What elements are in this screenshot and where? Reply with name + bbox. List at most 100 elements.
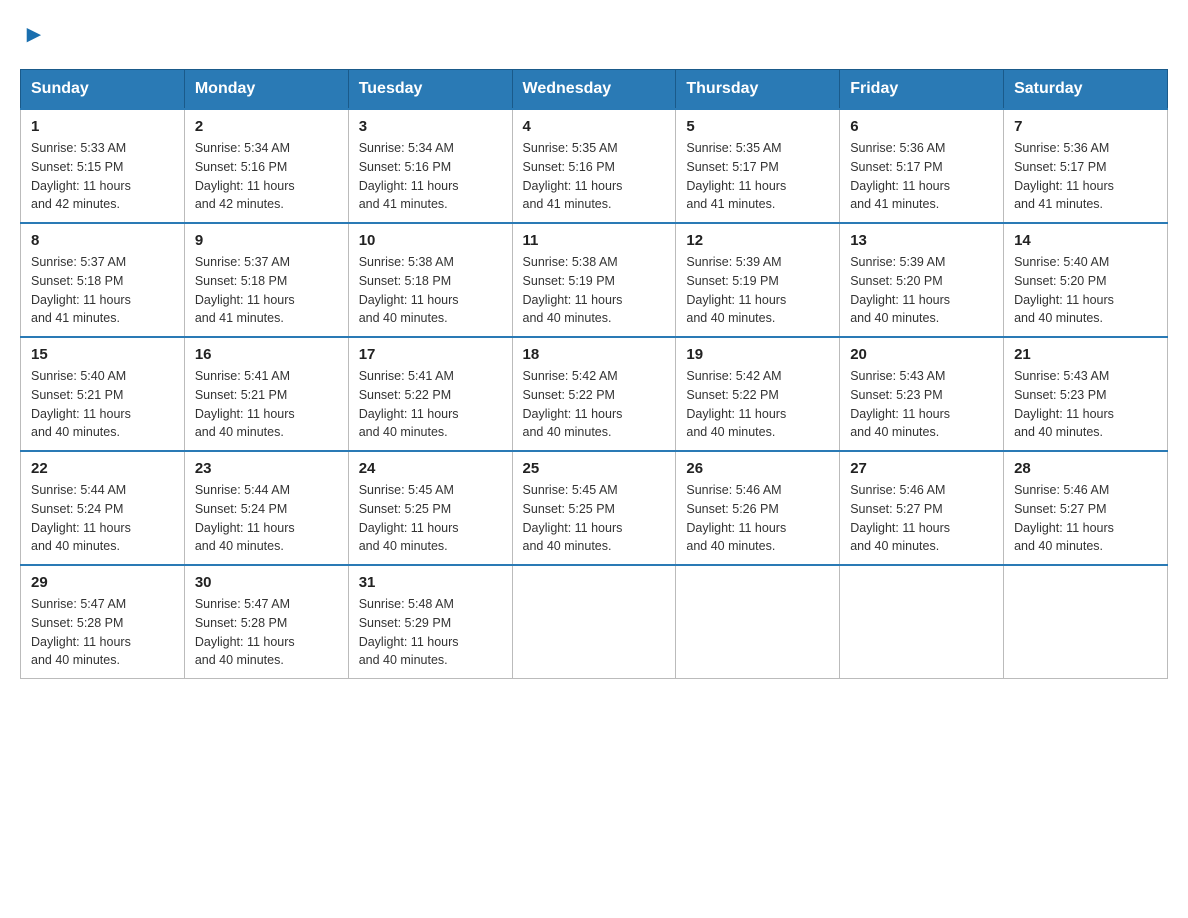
day-number: 28 <box>1014 460 1157 477</box>
day-number: 19 <box>686 346 829 363</box>
calendar-cell: 20 Sunrise: 5:43 AMSunset: 5:23 PMDayligh… <box>840 337 1004 451</box>
calendar-cell: 6 Sunrise: 5:36 AMSunset: 5:17 PMDaylight… <box>840 109 1004 223</box>
calendar-cell <box>676 565 840 679</box>
day-info: Sunrise: 5:39 AMSunset: 5:20 PMDaylight:… <box>850 253 993 328</box>
day-info: Sunrise: 5:46 AMSunset: 5:27 PMDaylight:… <box>850 481 993 556</box>
day-number: 20 <box>850 346 993 363</box>
calendar-cell: 27 Sunrise: 5:46 AMSunset: 5:27 PMDayligh… <box>840 451 1004 565</box>
day-info: Sunrise: 5:41 AMSunset: 5:21 PMDaylight:… <box>195 367 338 442</box>
calendar-week-1: 1 Sunrise: 5:33 AMSunset: 5:15 PMDaylight… <box>21 109 1168 223</box>
day-number: 6 <box>850 118 993 135</box>
day-info: Sunrise: 5:36 AMSunset: 5:17 PMDaylight:… <box>850 139 993 214</box>
calendar-header-row: SundayMondayTuesdayWednesdayThursdayFrid… <box>21 70 1168 110</box>
calendar-cell <box>840 565 1004 679</box>
day-info: Sunrise: 5:47 AMSunset: 5:28 PMDaylight:… <box>31 595 174 670</box>
calendar-cell: 9 Sunrise: 5:37 AMSunset: 5:18 PMDaylight… <box>184 223 348 337</box>
day-number: 17 <box>359 346 502 363</box>
calendar-cell: 1 Sunrise: 5:33 AMSunset: 5:15 PMDaylight… <box>21 109 185 223</box>
calendar-cell: 16 Sunrise: 5:41 AMSunset: 5:21 PMDayligh… <box>184 337 348 451</box>
column-header-monday: Monday <box>184 70 348 110</box>
calendar-cell: 19 Sunrise: 5:42 AMSunset: 5:22 PMDayligh… <box>676 337 840 451</box>
day-info: Sunrise: 5:36 AMSunset: 5:17 PMDaylight:… <box>1014 139 1157 214</box>
day-info: Sunrise: 5:39 AMSunset: 5:19 PMDaylight:… <box>686 253 829 328</box>
day-info: Sunrise: 5:45 AMSunset: 5:25 PMDaylight:… <box>523 481 666 556</box>
day-number: 12 <box>686 232 829 249</box>
day-number: 11 <box>523 232 666 249</box>
day-info: Sunrise: 5:33 AMSunset: 5:15 PMDaylight:… <box>31 139 174 214</box>
day-info: Sunrise: 5:43 AMSunset: 5:23 PMDaylight:… <box>850 367 993 442</box>
calendar-week-2: 8 Sunrise: 5:37 AMSunset: 5:18 PMDaylight… <box>21 223 1168 337</box>
calendar-cell: 12 Sunrise: 5:39 AMSunset: 5:19 PMDayligh… <box>676 223 840 337</box>
day-number: 7 <box>1014 118 1157 135</box>
day-info: Sunrise: 5:47 AMSunset: 5:28 PMDaylight:… <box>195 595 338 670</box>
calendar-cell: 13 Sunrise: 5:39 AMSunset: 5:20 PMDayligh… <box>840 223 1004 337</box>
calendar-cell: 14Sunrise: 5:40 AMSunset: 5:20 PMDayligh… <box>1004 223 1168 337</box>
calendar-cell: 15Sunrise: 5:40 AMSunset: 5:21 PMDayligh… <box>21 337 185 451</box>
day-info: Sunrise: 5:42 AMSunset: 5:22 PMDaylight:… <box>686 367 829 442</box>
day-number: 26 <box>686 460 829 477</box>
day-info: Sunrise: 5:48 AMSunset: 5:29 PMDaylight:… <box>359 595 502 670</box>
calendar-cell: 30Sunrise: 5:47 AMSunset: 5:28 PMDayligh… <box>184 565 348 679</box>
day-info: Sunrise: 5:44 AMSunset: 5:24 PMDaylight:… <box>31 481 174 556</box>
calendar-cell: 5 Sunrise: 5:35 AMSunset: 5:17 PMDaylight… <box>676 109 840 223</box>
calendar-cell: 21 Sunrise: 5:43 AMSunset: 5:23 PMDayligh… <box>1004 337 1168 451</box>
day-number: 8 <box>31 232 174 249</box>
day-number: 25 <box>523 460 666 477</box>
calendar-week-3: 15Sunrise: 5:40 AMSunset: 5:21 PMDayligh… <box>21 337 1168 451</box>
day-info: Sunrise: 5:44 AMSunset: 5:24 PMDaylight:… <box>195 481 338 556</box>
day-info: Sunrise: 5:38 AMSunset: 5:19 PMDaylight:… <box>523 253 666 328</box>
day-number: 21 <box>1014 346 1157 363</box>
calendar-cell: 17 Sunrise: 5:41 AMSunset: 5:22 PMDayligh… <box>348 337 512 451</box>
day-number: 15 <box>31 346 174 363</box>
day-info: Sunrise: 5:37 AMSunset: 5:18 PMDaylight:… <box>31 253 174 328</box>
day-number: 16 <box>195 346 338 363</box>
calendar-cell: 10Sunrise: 5:38 AMSunset: 5:18 PMDayligh… <box>348 223 512 337</box>
day-number: 9 <box>195 232 338 249</box>
day-number: 1 <box>31 118 174 135</box>
logo: ► <box>20 20 46 49</box>
calendar-cell: 3 Sunrise: 5:34 AMSunset: 5:16 PMDaylight… <box>348 109 512 223</box>
calendar-cell <box>1004 565 1168 679</box>
calendar-week-4: 22 Sunrise: 5:44 AMSunset: 5:24 PMDayligh… <box>21 451 1168 565</box>
day-number: 24 <box>359 460 502 477</box>
column-header-tuesday: Tuesday <box>348 70 512 110</box>
page-header: ► <box>20 20 1168 49</box>
calendar-cell: 24 Sunrise: 5:45 AMSunset: 5:25 PMDayligh… <box>348 451 512 565</box>
calendar-cell <box>512 565 676 679</box>
day-info: Sunrise: 5:35 AMSunset: 5:17 PMDaylight:… <box>686 139 829 214</box>
day-info: Sunrise: 5:34 AMSunset: 5:16 PMDaylight:… <box>195 139 338 214</box>
calendar-cell: 23 Sunrise: 5:44 AMSunset: 5:24 PMDayligh… <box>184 451 348 565</box>
day-info: Sunrise: 5:37 AMSunset: 5:18 PMDaylight:… <box>195 253 338 328</box>
day-info: Sunrise: 5:35 AMSunset: 5:16 PMDaylight:… <box>523 139 666 214</box>
day-info: Sunrise: 5:45 AMSunset: 5:25 PMDaylight:… <box>359 481 502 556</box>
day-number: 10 <box>359 232 502 249</box>
day-number: 22 <box>31 460 174 477</box>
day-number: 2 <box>195 118 338 135</box>
calendar-cell: 11 Sunrise: 5:38 AMSunset: 5:19 PMDayligh… <box>512 223 676 337</box>
column-header-saturday: Saturday <box>1004 70 1168 110</box>
column-header-wednesday: Wednesday <box>512 70 676 110</box>
day-info: Sunrise: 5:42 AMSunset: 5:22 PMDaylight:… <box>523 367 666 442</box>
day-info: Sunrise: 5:34 AMSunset: 5:16 PMDaylight:… <box>359 139 502 214</box>
logo-arrow-icon: ► <box>22 21 46 49</box>
calendar-cell: 2 Sunrise: 5:34 AMSunset: 5:16 PMDaylight… <box>184 109 348 223</box>
day-number: 13 <box>850 232 993 249</box>
calendar-cell: 31Sunrise: 5:48 AMSunset: 5:29 PMDayligh… <box>348 565 512 679</box>
day-info: Sunrise: 5:41 AMSunset: 5:22 PMDaylight:… <box>359 367 502 442</box>
calendar-cell: 26Sunrise: 5:46 AMSunset: 5:26 PMDayligh… <box>676 451 840 565</box>
calendar-cell: 25 Sunrise: 5:45 AMSunset: 5:25 PMDayligh… <box>512 451 676 565</box>
column-header-friday: Friday <box>840 70 1004 110</box>
day-info: Sunrise: 5:46 AMSunset: 5:27 PMDaylight:… <box>1014 481 1157 556</box>
day-number: 23 <box>195 460 338 477</box>
calendar-cell: 22 Sunrise: 5:44 AMSunset: 5:24 PMDayligh… <box>21 451 185 565</box>
day-number: 27 <box>850 460 993 477</box>
day-number: 3 <box>359 118 502 135</box>
calendar-cell: 8 Sunrise: 5:37 AMSunset: 5:18 PMDaylight… <box>21 223 185 337</box>
column-header-sunday: Sunday <box>21 70 185 110</box>
day-number: 5 <box>686 118 829 135</box>
day-number: 29 <box>31 574 174 591</box>
calendar-cell: 18Sunrise: 5:42 AMSunset: 5:22 PMDayligh… <box>512 337 676 451</box>
day-number: 14 <box>1014 232 1157 249</box>
day-info: Sunrise: 5:43 AMSunset: 5:23 PMDaylight:… <box>1014 367 1157 442</box>
column-header-thursday: Thursday <box>676 70 840 110</box>
